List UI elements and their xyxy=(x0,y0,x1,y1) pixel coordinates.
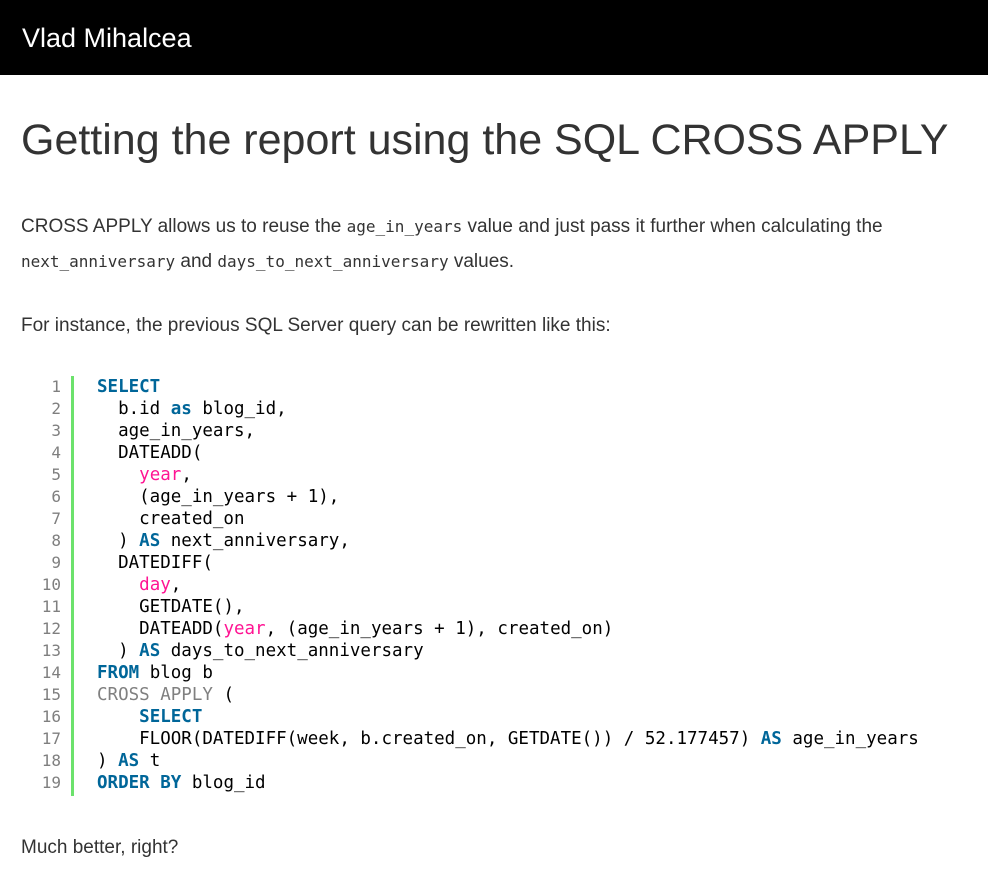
code-line: FLOOR(DATEDIFF(week, b.created_on, GETDA… xyxy=(97,728,919,750)
code-token: age_in_years xyxy=(781,729,919,749)
code-line: year, xyxy=(97,464,919,486)
code-token: age_in_years, xyxy=(97,421,256,441)
code-token: GETDATE(), xyxy=(97,597,245,617)
code-token: SELECT xyxy=(139,707,203,727)
code-token: FROM xyxy=(97,663,140,683)
line-number: 19 xyxy=(41,773,61,792)
code-token: blog_id xyxy=(181,773,266,793)
code-line: SELECT xyxy=(97,706,919,728)
code-token: year xyxy=(223,619,266,639)
code-token: t xyxy=(139,751,161,771)
code-token: FLOOR(DATEDIFF(week, b.created_on, GETDA… xyxy=(97,729,761,749)
page-title: Getting the report using the SQL CROSS A… xyxy=(21,116,949,164)
line-number: 16 xyxy=(41,707,61,726)
code-line: ) AS t xyxy=(97,750,919,772)
code-token: days_to_next_anniversary xyxy=(160,641,424,661)
code-token: AS xyxy=(760,729,782,749)
line-number: 11 xyxy=(41,597,61,616)
line-number: 10 xyxy=(41,575,61,594)
code-token: CROSS APPLY xyxy=(97,685,213,705)
code-token: DATEADD( xyxy=(97,619,224,639)
line-number: 1 xyxy=(51,377,61,396)
code-token: day xyxy=(139,575,171,595)
code-line: DATEADD( xyxy=(97,442,919,464)
code-line: created_on xyxy=(97,508,919,530)
paragraph-text: CROSS APPLY allows us to reuse the xyxy=(21,216,347,237)
paragraph-text: values. xyxy=(448,251,515,272)
code-token: ) xyxy=(97,751,119,771)
code-line: day, xyxy=(97,574,919,596)
code-token: blog b xyxy=(139,663,213,683)
code-token: AS xyxy=(139,531,161,551)
line-number: 7 xyxy=(51,509,61,528)
code-token: ) xyxy=(97,641,140,661)
code-token: ( xyxy=(212,685,234,705)
line-number: 12 xyxy=(41,619,61,638)
code-token: year xyxy=(139,465,182,485)
code-line: (age_in_years + 1), xyxy=(97,486,919,508)
intro-paragraph: CROSS APPLY allows us to reuse the age_i… xyxy=(21,209,971,279)
line-number: 8 xyxy=(51,531,61,550)
code-token: DATEADD( xyxy=(97,443,203,463)
code-block[interactable]: 1 2 3 4 5 6 7 8 9 10 11 12 13 14 15 16 17 18 19 SELECT b.i… xyxy=(30,376,970,796)
code-token: b.id xyxy=(97,399,171,419)
instance-paragraph: For instance, the previous SQL Server qu… xyxy=(21,315,611,336)
code-token: ORDER BY xyxy=(97,773,182,793)
code-line: age_in_years, xyxy=(97,420,919,442)
inline-code: age_in_years xyxy=(346,217,463,236)
code-line: DATEADD(year, (age_in_years + 1), create… xyxy=(97,618,919,640)
site-title-link[interactable]: Vlad Mihalcea xyxy=(22,20,192,56)
code-line: GETDATE(), xyxy=(97,596,919,618)
line-number-gutter: 1 2 3 4 5 6 7 8 9 10 11 12 13 14 15 16 17 18 19 xyxy=(30,376,74,796)
code-line: b.id as blog_id, xyxy=(97,398,919,420)
code-lines[interactable]: SELECT b.id as blog_id, age_in_years, DA… xyxy=(97,376,919,794)
line-number: 5 xyxy=(51,465,61,484)
paragraph-text: and xyxy=(175,251,218,272)
line-number: 4 xyxy=(51,443,61,462)
code-line: SELECT xyxy=(97,376,919,398)
line-number: 13 xyxy=(41,641,61,660)
code-line: FROM blog b xyxy=(97,662,919,684)
code-token: blog_id, xyxy=(191,399,287,419)
code-token: (age_in_years + 1), xyxy=(97,487,340,507)
line-number: 17 xyxy=(41,729,61,748)
code-line: ) AS days_to_next_anniversary xyxy=(97,640,919,662)
code-line: ORDER BY blog_id xyxy=(97,772,919,794)
code-line: DATEDIFF( xyxy=(97,552,919,574)
inline-code: days_to_next_anniversary xyxy=(217,252,449,271)
closing-paragraph: Much better, right? xyxy=(21,837,179,858)
line-number: 14 xyxy=(41,663,61,682)
code-token: ) xyxy=(97,531,140,551)
paragraph-text: value and just pass it further when calc… xyxy=(462,216,883,237)
code-token: , xyxy=(181,465,192,485)
line-number: 9 xyxy=(51,553,61,572)
code-line: CROSS APPLY ( xyxy=(97,684,919,706)
code-token: next_anniversary, xyxy=(160,531,350,551)
code-token: , xyxy=(170,575,182,595)
line-number: 6 xyxy=(51,487,61,506)
code-line: ) AS next_anniversary, xyxy=(97,530,919,552)
code-token: DATEDIFF( xyxy=(97,553,213,573)
line-number: 18 xyxy=(41,751,61,770)
code-token: AS xyxy=(139,641,161,661)
line-number: 15 xyxy=(41,685,61,704)
line-number: 3 xyxy=(51,421,61,440)
code-token: as xyxy=(170,399,192,419)
inline-code: next_anniversary xyxy=(21,252,176,271)
code-token: SELECT xyxy=(97,377,161,397)
line-number: 2 xyxy=(51,399,61,418)
site-header: Vlad Mihalcea xyxy=(0,0,988,75)
code-token: , (age_in_years + 1), created_on) xyxy=(265,619,614,639)
code-token: AS xyxy=(118,751,140,771)
code-token: created_on xyxy=(97,509,245,529)
